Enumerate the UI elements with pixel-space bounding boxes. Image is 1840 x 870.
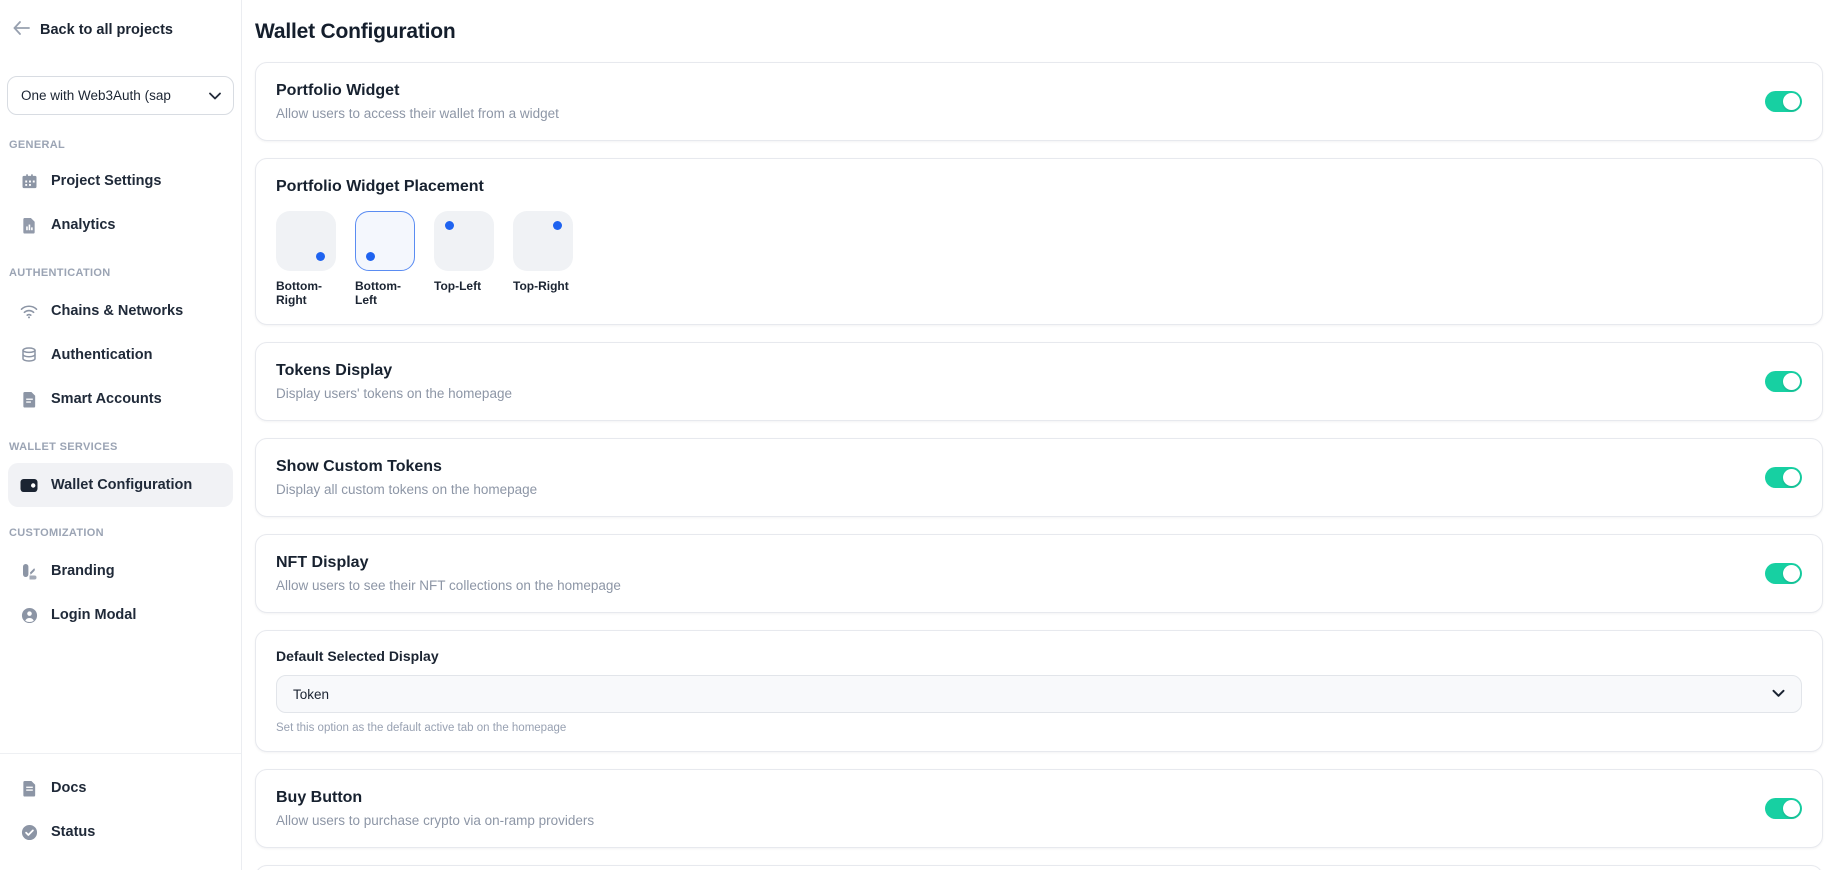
card-title: Portfolio Widget Placement: [276, 176, 1802, 198]
placement-preview: [355, 211, 415, 271]
sidebar-item-label: Smart Accounts: [51, 391, 162, 407]
sidebar-item-project-settings[interactable]: Project Settings: [8, 159, 233, 203]
section-label-wallet-services: WALLET SERVICES: [0, 441, 241, 453]
wifi-icon: [20, 302, 38, 320]
toggle-knob: [1783, 373, 1800, 390]
select-helper-text: Set this option as the default active ta…: [276, 721, 1802, 735]
back-link-label: Back to all projects: [40, 22, 173, 38]
toggle-knob: [1783, 800, 1800, 817]
placement-label: Top-Right: [513, 279, 579, 293]
sidebar-item-wallet-configuration[interactable]: Wallet Configuration: [8, 463, 233, 507]
sidebar-item-label: Analytics: [51, 217, 115, 233]
show-custom-tokens-toggle[interactable]: [1765, 467, 1802, 488]
sidebar-item-label: Docs: [51, 780, 86, 796]
analytics-icon: [20, 216, 38, 234]
back-to-projects-link[interactable]: Back to all projects: [13, 21, 241, 39]
select-label: Default Selected Display: [276, 647, 1802, 665]
sidebar-footer: Docs Status: [0, 753, 241, 870]
page-title: Wallet Configuration: [255, 19, 1823, 45]
placement-label: Bottom-Right: [276, 279, 342, 307]
card-description: Allow users to purchase crypto via on-ra…: [276, 812, 594, 830]
placement-preview: [276, 211, 336, 271]
clipboard-icon: [20, 172, 38, 190]
section-label-general: GENERAL: [0, 139, 241, 151]
nft-display-card: NFT Display Allow users to see their NFT…: [255, 534, 1823, 613]
database-icon: [20, 346, 38, 364]
sidebar-item-login-modal[interactable]: Login Modal: [8, 593, 233, 637]
sidebar-item-smart-accounts[interactable]: Smart Accounts: [8, 377, 233, 421]
placement-label: Bottom-Left: [355, 279, 421, 307]
placement-dot: [366, 252, 375, 261]
toggle-knob: [1783, 565, 1800, 582]
back-arrow-icon: [13, 21, 30, 39]
placement-dot: [316, 252, 325, 261]
placement-option-top-right[interactable]: Top-Right: [513, 211, 579, 307]
section-label-customization: CUSTOMIZATION: [0, 527, 241, 539]
placement-option-top-left[interactable]: Top-Left: [434, 211, 500, 307]
sidebar-item-chains-networks[interactable]: Chains & Networks: [8, 289, 233, 333]
wallet-icon: [20, 476, 38, 494]
tokens-display-card: Tokens Display Display users' tokens on …: [255, 342, 1823, 421]
project-selector-value: One with Web3Auth (sap: [21, 88, 171, 103]
section-label-authentication: AUTHENTICATION: [0, 267, 241, 279]
branding-icon: [20, 562, 38, 580]
placement-preview: [434, 211, 494, 271]
sidebar-item-authentication[interactable]: Authentication: [8, 333, 233, 377]
sidebar-item-label: Status: [51, 824, 95, 840]
chevron-down-icon: [209, 88, 221, 103]
check-circle-icon: [20, 823, 38, 841]
main-content: Wallet Configuration Portfolio Widget Al…: [242, 0, 1840, 870]
placement-preview: [513, 211, 573, 271]
tokens-display-toggle[interactable]: [1765, 371, 1802, 392]
sidebar-item-label: Branding: [51, 563, 115, 579]
sidebar-item-label: Project Settings: [51, 173, 161, 189]
card-description: Allow users to access their wallet from …: [276, 105, 559, 123]
card-title: Portfolio Widget: [276, 80, 559, 102]
default-selected-display-card: Default Selected Display Token Set this …: [255, 630, 1823, 752]
portfolio-widget-placement-card: Portfolio Widget Placement Bottom-Right …: [255, 158, 1823, 325]
buy-button-toggle[interactable]: [1765, 798, 1802, 819]
sidebar-item-label: Chains & Networks: [51, 303, 183, 319]
sidebar-item-label: Login Modal: [51, 607, 136, 623]
card-description: Allow users to see their NFT collections…: [276, 577, 621, 595]
show-custom-tokens-card: Show Custom Tokens Display all custom to…: [255, 438, 1823, 517]
sidebar-item-docs[interactable]: Docs: [8, 766, 233, 810]
toggle-knob: [1783, 93, 1800, 110]
sidebar: Back to all projects One with Web3Auth (…: [0, 0, 242, 870]
doc-icon: [20, 779, 38, 797]
placement-option-bottom-right[interactable]: Bottom-Right: [276, 211, 342, 307]
buy-button-card: Buy Button Allow users to purchase crypt…: [255, 769, 1823, 848]
select-value: Token: [293, 687, 329, 702]
chevron-down-icon: [1772, 685, 1785, 703]
sidebar-item-label: Authentication: [51, 347, 153, 363]
file-icon: [20, 390, 38, 408]
placement-option-bottom-left[interactable]: Bottom-Left: [355, 211, 421, 307]
placement-dot: [445, 221, 454, 230]
project-selector-dropdown[interactable]: One with Web3Auth (sap: [7, 76, 234, 115]
card-title: Buy Button: [276, 787, 594, 809]
placement-label: Top-Left: [434, 279, 500, 293]
portfolio-widget-toggle[interactable]: [1765, 91, 1802, 112]
sidebar-item-analytics[interactable]: Analytics: [8, 203, 233, 247]
card-title: Show Custom Tokens: [276, 456, 537, 478]
sidebar-item-status[interactable]: Status: [8, 810, 233, 854]
sidebar-item-branding[interactable]: Branding: [8, 549, 233, 593]
placement-options: Bottom-Right Bottom-Left Top-Left Top-Ri…: [276, 211, 1802, 307]
next-card-partial: [255, 865, 1823, 870]
nft-display-toggle[interactable]: [1765, 563, 1802, 584]
portfolio-widget-card: Portfolio Widget Allow users to access t…: [255, 62, 1823, 141]
card-description: Display users' tokens on the homepage: [276, 385, 512, 403]
card-title: Tokens Display: [276, 360, 512, 382]
toggle-knob: [1783, 469, 1800, 486]
placement-dot: [553, 221, 562, 230]
default-display-select[interactable]: Token: [276, 675, 1802, 713]
sidebar-item-label: Wallet Configuration: [51, 477, 192, 493]
card-title: NFT Display: [276, 552, 621, 574]
user-circle-icon: [20, 606, 38, 624]
card-description: Display all custom tokens on the homepag…: [276, 481, 537, 499]
